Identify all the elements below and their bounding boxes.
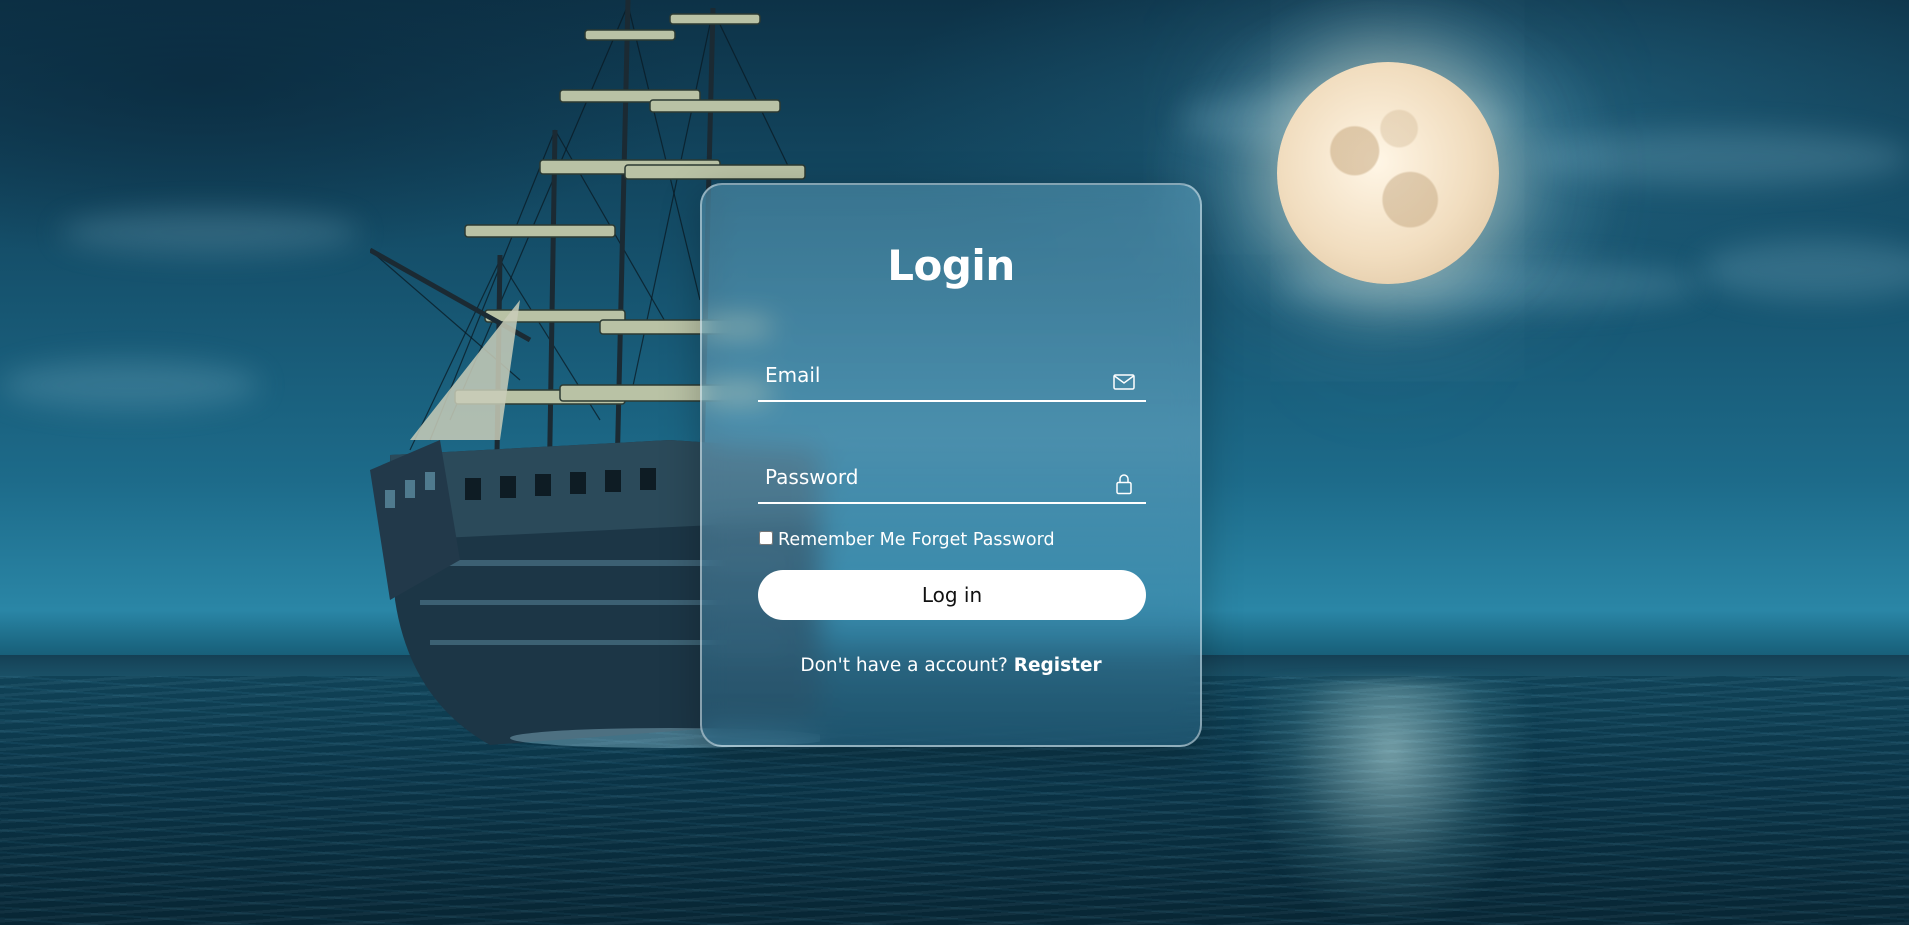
email-field — [758, 352, 1146, 402]
password-input[interactable] — [758, 454, 1105, 500]
register-link[interactable]: Register — [1014, 655, 1102, 676]
moon — [1277, 62, 1499, 284]
remember-me-checkbox[interactable] — [759, 531, 773, 545]
forgot-password-link[interactable]: Forget Password — [912, 530, 1055, 550]
login-options: Remember Me Forget Password — [759, 528, 1055, 552]
login-card: Login Remember Me Forget Password Log in… — [700, 183, 1202, 747]
login-title: Login — [887, 241, 1015, 290]
email-input[interactable] — [758, 352, 1105, 398]
register-line: Don't have a account? Register — [702, 655, 1200, 676]
mail-icon — [1112, 370, 1136, 394]
remember-me-label[interactable]: Remember Me — [778, 530, 906, 550]
lock-icon — [1112, 472, 1136, 496]
login-button[interactable]: Log in — [758, 570, 1146, 620]
register-prompt: Don't have a account? — [800, 655, 1014, 676]
moon-reflection — [1250, 680, 1530, 920]
password-field — [758, 454, 1146, 504]
